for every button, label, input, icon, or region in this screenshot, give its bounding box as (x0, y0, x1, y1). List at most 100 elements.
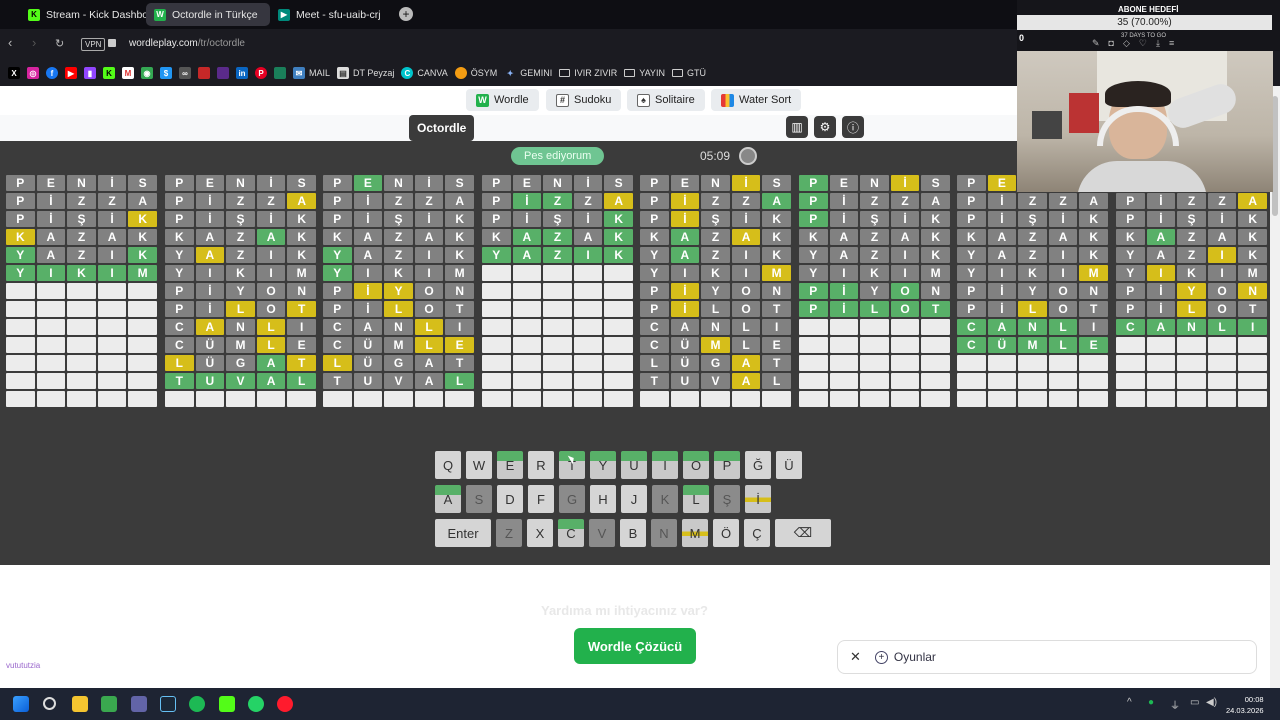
close-icon[interactable]: ✕ (850, 649, 861, 665)
key-ğ[interactable]: Ğ (745, 451, 771, 479)
search-icon[interactable] (43, 697, 56, 710)
key-p[interactable]: P (714, 451, 740, 479)
key-b[interactable]: B (620, 519, 646, 547)
key-z[interactable]: Z (496, 519, 522, 547)
kick-icon[interactable] (219, 696, 235, 712)
bookmark-ivir-zivir[interactable]: IVIR ZIVIR (559, 68, 617, 78)
bookmark-osym[interactable]: ÖSYM (454, 67, 497, 79)
wordle-solver-button[interactable]: Wordle Çözücü (574, 628, 696, 664)
download-icon[interactable]: ⤓ (1156, 38, 1160, 49)
app-icon[interactable] (101, 696, 117, 712)
key-s[interactable]: S (466, 485, 492, 513)
key-d[interactable]: D (497, 485, 523, 513)
spotify-icon[interactable] (189, 696, 205, 712)
bookmark-gtu[interactable]: GTÜ (671, 68, 706, 78)
instagram-icon[interactable]: ◎ (27, 67, 39, 79)
key-ö[interactable]: Ö (713, 519, 739, 547)
settings-icon[interactable]: ⚙ (814, 116, 836, 138)
camera-icon[interactable]: ◘ (1109, 38, 1114, 49)
back-icon[interactable]: ‹ (8, 35, 12, 50)
key-j[interactable]: J (621, 485, 647, 513)
bookmark-purple-icon[interactable] (217, 67, 229, 79)
enter-key[interactable]: Enter (435, 519, 491, 547)
tab-meet[interactable]: ▶ Meet - sfu-uaib-crj (270, 3, 389, 26)
linkedin-icon[interactable]: in (236, 67, 248, 79)
key-m[interactable]: M (682, 519, 708, 547)
tab-octordle[interactable]: W Octordle in Türkçe (146, 3, 270, 26)
dollar-icon[interactable]: $ (160, 67, 172, 79)
reload-icon[interactable]: ↻ (55, 37, 64, 50)
maps-icon[interactable]: ◉ (141, 67, 153, 79)
key-e[interactable]: E (497, 451, 523, 479)
steam-icon[interactable] (160, 696, 176, 712)
key-u[interactable]: U (621, 451, 647, 479)
bookmark-yayin[interactable]: YAYIN (624, 68, 665, 78)
file-explorer-icon[interactable] (72, 696, 88, 712)
bookmark-mail[interactable]: ✉ MAIL (293, 67, 330, 79)
clock[interactable]: 00:08 24.03.2026 (1226, 694, 1264, 716)
kick-icon[interactable]: K (103, 67, 115, 79)
key-r[interactable]: R (528, 451, 554, 479)
tile: Y (323, 247, 352, 263)
twitch-icon[interactable]: ▮ (84, 67, 96, 79)
forward-icon[interactable]: › (32, 35, 36, 50)
youtube-icon[interactable]: ▶ (65, 67, 77, 79)
pinterest-icon[interactable]: P (255, 67, 267, 79)
bookmark-canva[interactable]: C CANVA (401, 67, 448, 79)
key-i̇[interactable]: İ (745, 485, 771, 513)
windows-start-icon[interactable] (13, 696, 29, 712)
link-icon[interactable]: ∞ (179, 67, 191, 79)
url-field[interactable]: wordleplay.com/tr/octordle (129, 38, 245, 49)
bookmark-red-icon[interactable] (198, 67, 210, 79)
nav-sudoku[interactable]: # Sudoku (546, 89, 622, 111)
games-link[interactable]: Oyunlar (894, 650, 936, 664)
key-f[interactable]: F (528, 485, 554, 513)
key-q[interactable]: Q (435, 451, 461, 479)
shield-icon[interactable]: ◇ (1123, 38, 1130, 49)
stats-icon[interactable]: ▥ (786, 116, 808, 138)
bookmark-gemini[interactable]: ✦ GEMINI (504, 67, 552, 79)
x-icon[interactable]: X (8, 67, 20, 79)
edit-icon[interactable]: ✎ (1092, 38, 1100, 49)
bookmark-dt-peyzaj[interactable]: ▤ DT Peyzaj (337, 67, 394, 79)
key-a[interactable]: A (435, 485, 461, 513)
volume-icon[interactable]: ◀) (1206, 697, 1217, 708)
key-ü[interactable]: Ü (776, 451, 802, 479)
tray-chevron-icon[interactable]: ^ (1127, 697, 1132, 708)
new-tab-button[interactable]: + (399, 7, 413, 21)
key-c[interactable]: C (558, 519, 584, 547)
info-icon[interactable]: ⓘ (842, 116, 864, 138)
facebook-icon[interactable]: f (46, 67, 58, 79)
key-y[interactable]: Y (590, 451, 616, 479)
key-ç[interactable]: Ç (744, 519, 770, 547)
key-g[interactable]: G (559, 485, 585, 513)
vpn-badge[interactable]: VPN (81, 38, 106, 51)
key-w[interactable]: W (466, 451, 492, 479)
teams-icon[interactable] (131, 696, 147, 712)
nav-wordle[interactable]: W Wordle (466, 89, 539, 111)
key-n[interactable]: N (651, 519, 677, 547)
phone-icon[interactable] (274, 67, 286, 79)
key-o[interactable]: O (683, 451, 709, 479)
nav-solitaire[interactable]: ♠ Solitaire (627, 89, 705, 111)
menu-icon[interactable]: ≡ (1169, 38, 1174, 49)
spotify-tray-icon[interactable]: ● (1148, 697, 1154, 708)
key-v[interactable]: V (589, 519, 615, 547)
heart-icon[interactable]: ♡ (1139, 38, 1147, 49)
key-k[interactable]: K (652, 485, 678, 513)
opera-icon[interactable] (277, 696, 293, 712)
game-title[interactable]: Octordle (409, 115, 475, 141)
microphone-icon[interactable]: ⏚ (1170, 697, 1180, 712)
network-icon[interactable]: ▭ (1190, 697, 1199, 708)
whatsapp-icon[interactable] (248, 696, 264, 712)
gmail-icon[interactable]: M (122, 67, 134, 79)
key-ş[interactable]: Ş (714, 485, 740, 513)
key-h[interactable]: H (590, 485, 616, 513)
backspace-key[interactable]: ⌫ (775, 519, 831, 547)
key-x[interactable]: X (527, 519, 553, 547)
key-i[interactable]: I (652, 451, 678, 479)
give-up-button[interactable]: Pes ediyorum (511, 147, 605, 165)
key-l[interactable]: L (683, 485, 709, 513)
tile: A (256, 229, 286, 245)
nav-water-sort[interactable]: Water Sort (711, 89, 802, 111)
